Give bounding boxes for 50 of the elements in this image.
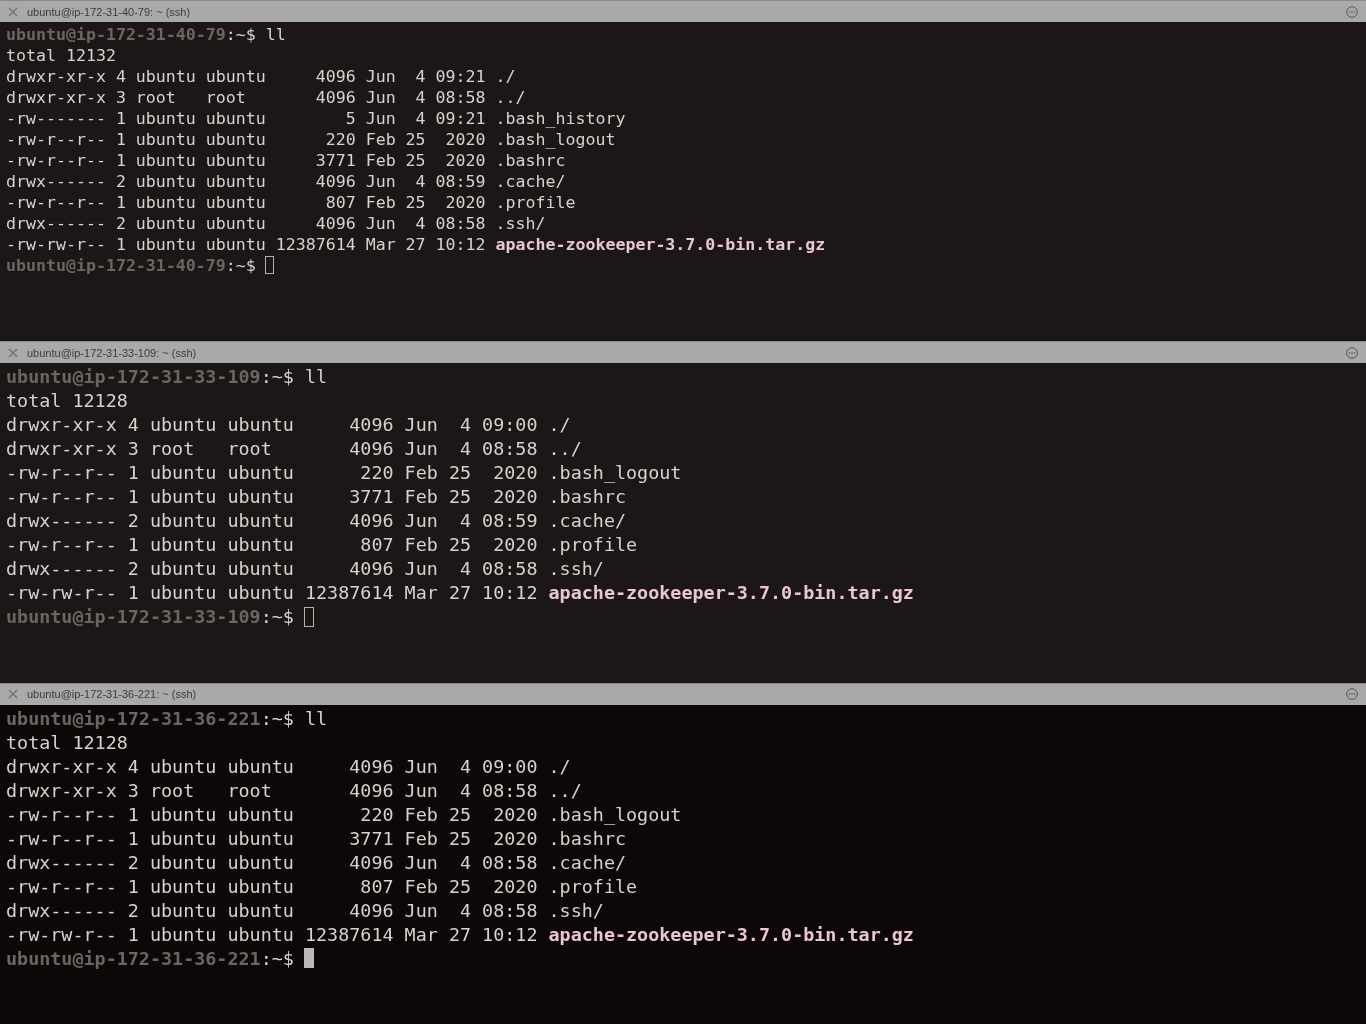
command-text: :~$ ll: [260, 366, 328, 388]
terminal-pane[interactable]: [0, 704, 1366, 1024]
output-line: drwxr-xr-x 4 ubuntu ubuntu 4096 Jun 4 09:21 ./: [6, 66, 517, 87]
output-line: drwx------ 2 ubuntu ubuntu 4096 Jun 4 08:59 .cache/: [6, 509, 628, 534]
window-title: ubuntu@ip-172-31-40-79: ~ (ssh): [27, 5, 192, 18]
output-line: drwxr-xr-x 4 ubuntu ubuntu 4096 Jun 4 09:00 ./: [6, 413, 572, 438]
output-line: -rw-r--r-- 1 ubuntu ubuntu 807 Feb 25 2020 .profile: [6, 533, 639, 558]
prompt-user: ubuntu@ip-172-31-36-221: [6, 707, 261, 729]
output-line: -rw-r--r-- 1 ubuntu ubuntu 3771 Feb 25 2020 .bashrc: [6, 485, 628, 510]
prompt-user: ubuntu@ip-172-31-36-221: [6, 947, 261, 969]
output-line: drwxr-xr-x 3 root root 4096 Jun 4 08:58 ../: [6, 437, 583, 462]
window-title: ubuntu@ip-172-31-33-109: ~ (ssh): [27, 346, 198, 359]
output-line: -rw-rw-r-- 1 ubuntu ubuntu 12387614 Mar 27 10:12 apache-zookeeper-3.7.0-bin.tar.gz: [6, 922, 915, 947]
command-text: :~$: [260, 947, 294, 969]
output-line: -rw-r--r-- 1 ubuntu ubuntu 220 Feb 25 2020 .bash_logout: [6, 461, 683, 486]
prompt-user: ubuntu@ip-172-31-40-79: [6, 25, 226, 44]
close-icon[interactable]: [8, 6, 18, 17]
output-line: -rw------- 1 ubuntu ubuntu 5 Jun 4 09:21 .bash_history: [6, 108, 627, 129]
close-icon[interactable]: [8, 689, 18, 700]
output-line: -rw-r--r-- 1 ubuntu ubuntu 220 Feb 25 2020 .bash_logout: [6, 802, 683, 827]
output-line: -rw-r--r-- 1 ubuntu ubuntu 3771 Feb 25 2020 .bashrc: [6, 150, 567, 171]
prompt-user: ubuntu@ip-172-31-33-109: [6, 606, 261, 628]
prompt-user: ubuntu@ip-172-31-33-109: [6, 366, 261, 388]
output-line: -rw-r--r-- 1 ubuntu ubuntu 3771 Feb 25 2020 .bashrc: [6, 826, 628, 851]
more-icon[interactable]: [1346, 688, 1358, 701]
output-line: drwx------ 2 ubuntu ubuntu 4096 Jun 4 08:58 .ssh/: [6, 898, 605, 923]
close-icon[interactable]: [8, 347, 18, 358]
command-text: :~$ ll: [225, 25, 286, 44]
more-icon[interactable]: [1346, 346, 1358, 359]
output-line: drwx------ 2 ubuntu ubuntu 4096 Jun 4 08:58 .ssh/: [6, 557, 605, 582]
output-line: drwxr-xr-x 4 ubuntu ubuntu 4096 Jun 4 09:00 ./: [6, 754, 572, 779]
window-title: ubuntu@ip-172-31-36-221: ~ (ssh): [27, 688, 198, 701]
output-line: total 12132: [6, 45, 117, 66]
output-line: total 12128: [6, 389, 129, 414]
command-text: :~$: [260, 606, 294, 628]
output-line: drwx------ 2 ubuntu ubuntu 4096 Jun 4 08:59 .cache/: [6, 171, 567, 192]
output-line: drwxr-xr-x 3 root root 4096 Jun 4 08:58 ../: [6, 778, 583, 803]
output-line: total 12128: [6, 730, 129, 755]
output-line: drwx------ 2 ubuntu ubuntu 4096 Jun 4 08:58 .ssh/: [6, 213, 547, 234]
prompt-user: ubuntu@ip-172-31-40-79: [6, 256, 226, 275]
output-line: -rw-r--r-- 1 ubuntu ubuntu 807 Feb 25 2020 .profile: [6, 192, 577, 213]
output-line: drwx------ 2 ubuntu ubuntu 4096 Jun 4 08:58 .cache/: [6, 850, 628, 875]
output-line: -rw-r--r-- 1 ubuntu ubuntu 220 Feb 25 2020 .bash_logout: [6, 129, 617, 150]
output-line: drwxr-xr-x 3 root root 4096 Jun 4 08:58 ../: [6, 87, 527, 108]
more-icon[interactable]: [1346, 5, 1358, 18]
output-line: -rw-r--r-- 1 ubuntu ubuntu 807 Feb 25 2020 .profile: [6, 874, 639, 899]
output-line: -rw-rw-r-- 1 ubuntu ubuntu 12387614 Mar 27 10:12 apache-zookeeper-3.7.0-bin.tar.gz: [6, 234, 827, 255]
command-text: :~$: [225, 256, 256, 275]
command-text: :~$ ll: [260, 707, 328, 729]
output-line: -rw-rw-r-- 1 ubuntu ubuntu 12387614 Mar 27 10:12 apache-zookeeper-3.7.0-bin.tar.gz: [6, 581, 915, 606]
